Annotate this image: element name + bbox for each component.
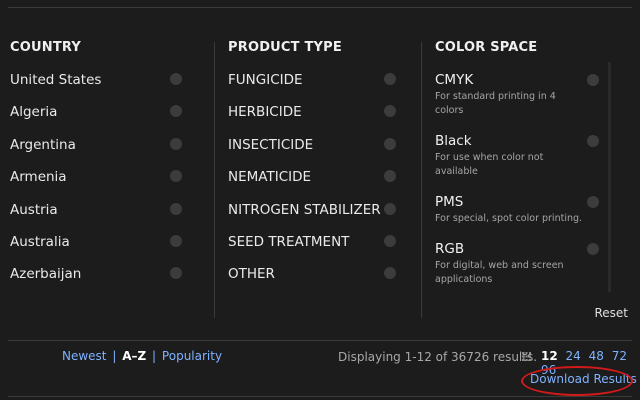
per-page-48[interactable]: 48 <box>589 349 604 363</box>
results-divider <box>8 340 632 341</box>
color-option-rgb[interactable]: RGB For digital, web and screen applicat… <box>435 241 605 291</box>
sort-separator: | <box>152 349 157 363</box>
per-page-24[interactable]: 24 <box>566 349 581 363</box>
radio-icon[interactable] <box>384 202 396 215</box>
product-option-nitrogen-stabilizer[interactable]: NITROGEN STABILIZER <box>228 202 403 234</box>
product-option-fungicide[interactable]: FUNGICIDE <box>228 72 403 104</box>
grid-icon <box>522 352 531 361</box>
color-space-header: COLOR SPACE <box>435 40 538 55</box>
product-option-herbicide[interactable]: HERBICIDE <box>228 104 403 136</box>
radio-icon[interactable] <box>384 137 396 150</box>
sort-newest-link[interactable]: Newest <box>62 349 107 363</box>
radio-icon[interactable] <box>170 234 182 247</box>
radio-icon[interactable] <box>170 137 182 150</box>
column-divider <box>214 42 215 318</box>
sort-separator: | <box>112 349 117 363</box>
country-option-armenia[interactable]: Armenia <box>10 169 200 201</box>
top-divider <box>8 7 632 8</box>
radio-icon[interactable] <box>384 170 396 183</box>
radio-icon[interactable] <box>170 170 182 183</box>
country-filter: COUNTRY United States Algeria Argentina … <box>10 40 200 299</box>
bottom-divider <box>8 396 632 397</box>
sort-az-active[interactable]: A–Z <box>122 349 146 363</box>
radio-icon[interactable] <box>587 243 599 255</box>
radio-icon[interactable] <box>170 267 182 280</box>
radio-icon[interactable] <box>587 196 599 208</box>
country-option-austria[interactable]: Austria <box>10 202 200 234</box>
country-option-australia[interactable]: Australia <box>10 234 200 266</box>
sort-options: Newest | A–Z | Popularity <box>62 349 222 363</box>
per-page-72[interactable]: 72 <box>612 349 627 363</box>
color-option-cmyk[interactable]: CMYK For standard printing in 4 colors <box>435 72 605 133</box>
product-type-header: PRODUCT TYPE <box>228 40 342 55</box>
color-space-scrollbar[interactable] <box>608 62 611 292</box>
color-option-black[interactable]: Black For use when color not available <box>435 133 605 194</box>
highlight-circle <box>521 366 633 396</box>
sort-popularity-link[interactable]: Popularity <box>162 349 222 363</box>
product-option-seed-treatment[interactable]: SEED TREATMENT <box>228 234 403 266</box>
product-option-insecticide[interactable]: INSECTICIDE <box>228 137 403 169</box>
radio-icon[interactable] <box>384 234 396 247</box>
per-page-12[interactable]: 12 <box>541 349 558 363</box>
color-space-filter: COLOR SPACE CMYK For standard printing i… <box>435 40 605 291</box>
radio-icon[interactable] <box>384 105 396 118</box>
product-type-filter: PRODUCT TYPE FUNGICIDE HERBICIDE INSECTI… <box>228 40 403 299</box>
reset-button[interactable]: Reset <box>594 306 628 320</box>
country-header: COUNTRY <box>10 40 82 55</box>
country-option-algeria[interactable]: Algeria <box>10 104 200 136</box>
radio-icon[interactable] <box>170 202 182 215</box>
radio-icon[interactable] <box>170 105 182 118</box>
country-option-argentina[interactable]: Argentina <box>10 137 200 169</box>
column-divider <box>421 42 422 318</box>
radio-icon[interactable] <box>170 73 182 85</box>
radio-icon[interactable] <box>587 135 599 147</box>
country-option-azerbaijan[interactable]: Azerbaijan <box>10 266 200 298</box>
product-option-nematicide[interactable]: NEMATICIDE <box>228 169 403 201</box>
color-option-pms[interactable]: PMS For special, spot color printing. <box>435 194 605 241</box>
radio-icon[interactable] <box>384 73 396 85</box>
product-option-other[interactable]: OTHER <box>228 266 403 298</box>
radio-icon[interactable] <box>384 267 396 280</box>
results-count: Displaying 1-12 of 36726 results. <box>338 350 538 364</box>
country-option-united-states[interactable]: United States <box>10 72 200 104</box>
radio-icon[interactable] <box>587 74 599 86</box>
